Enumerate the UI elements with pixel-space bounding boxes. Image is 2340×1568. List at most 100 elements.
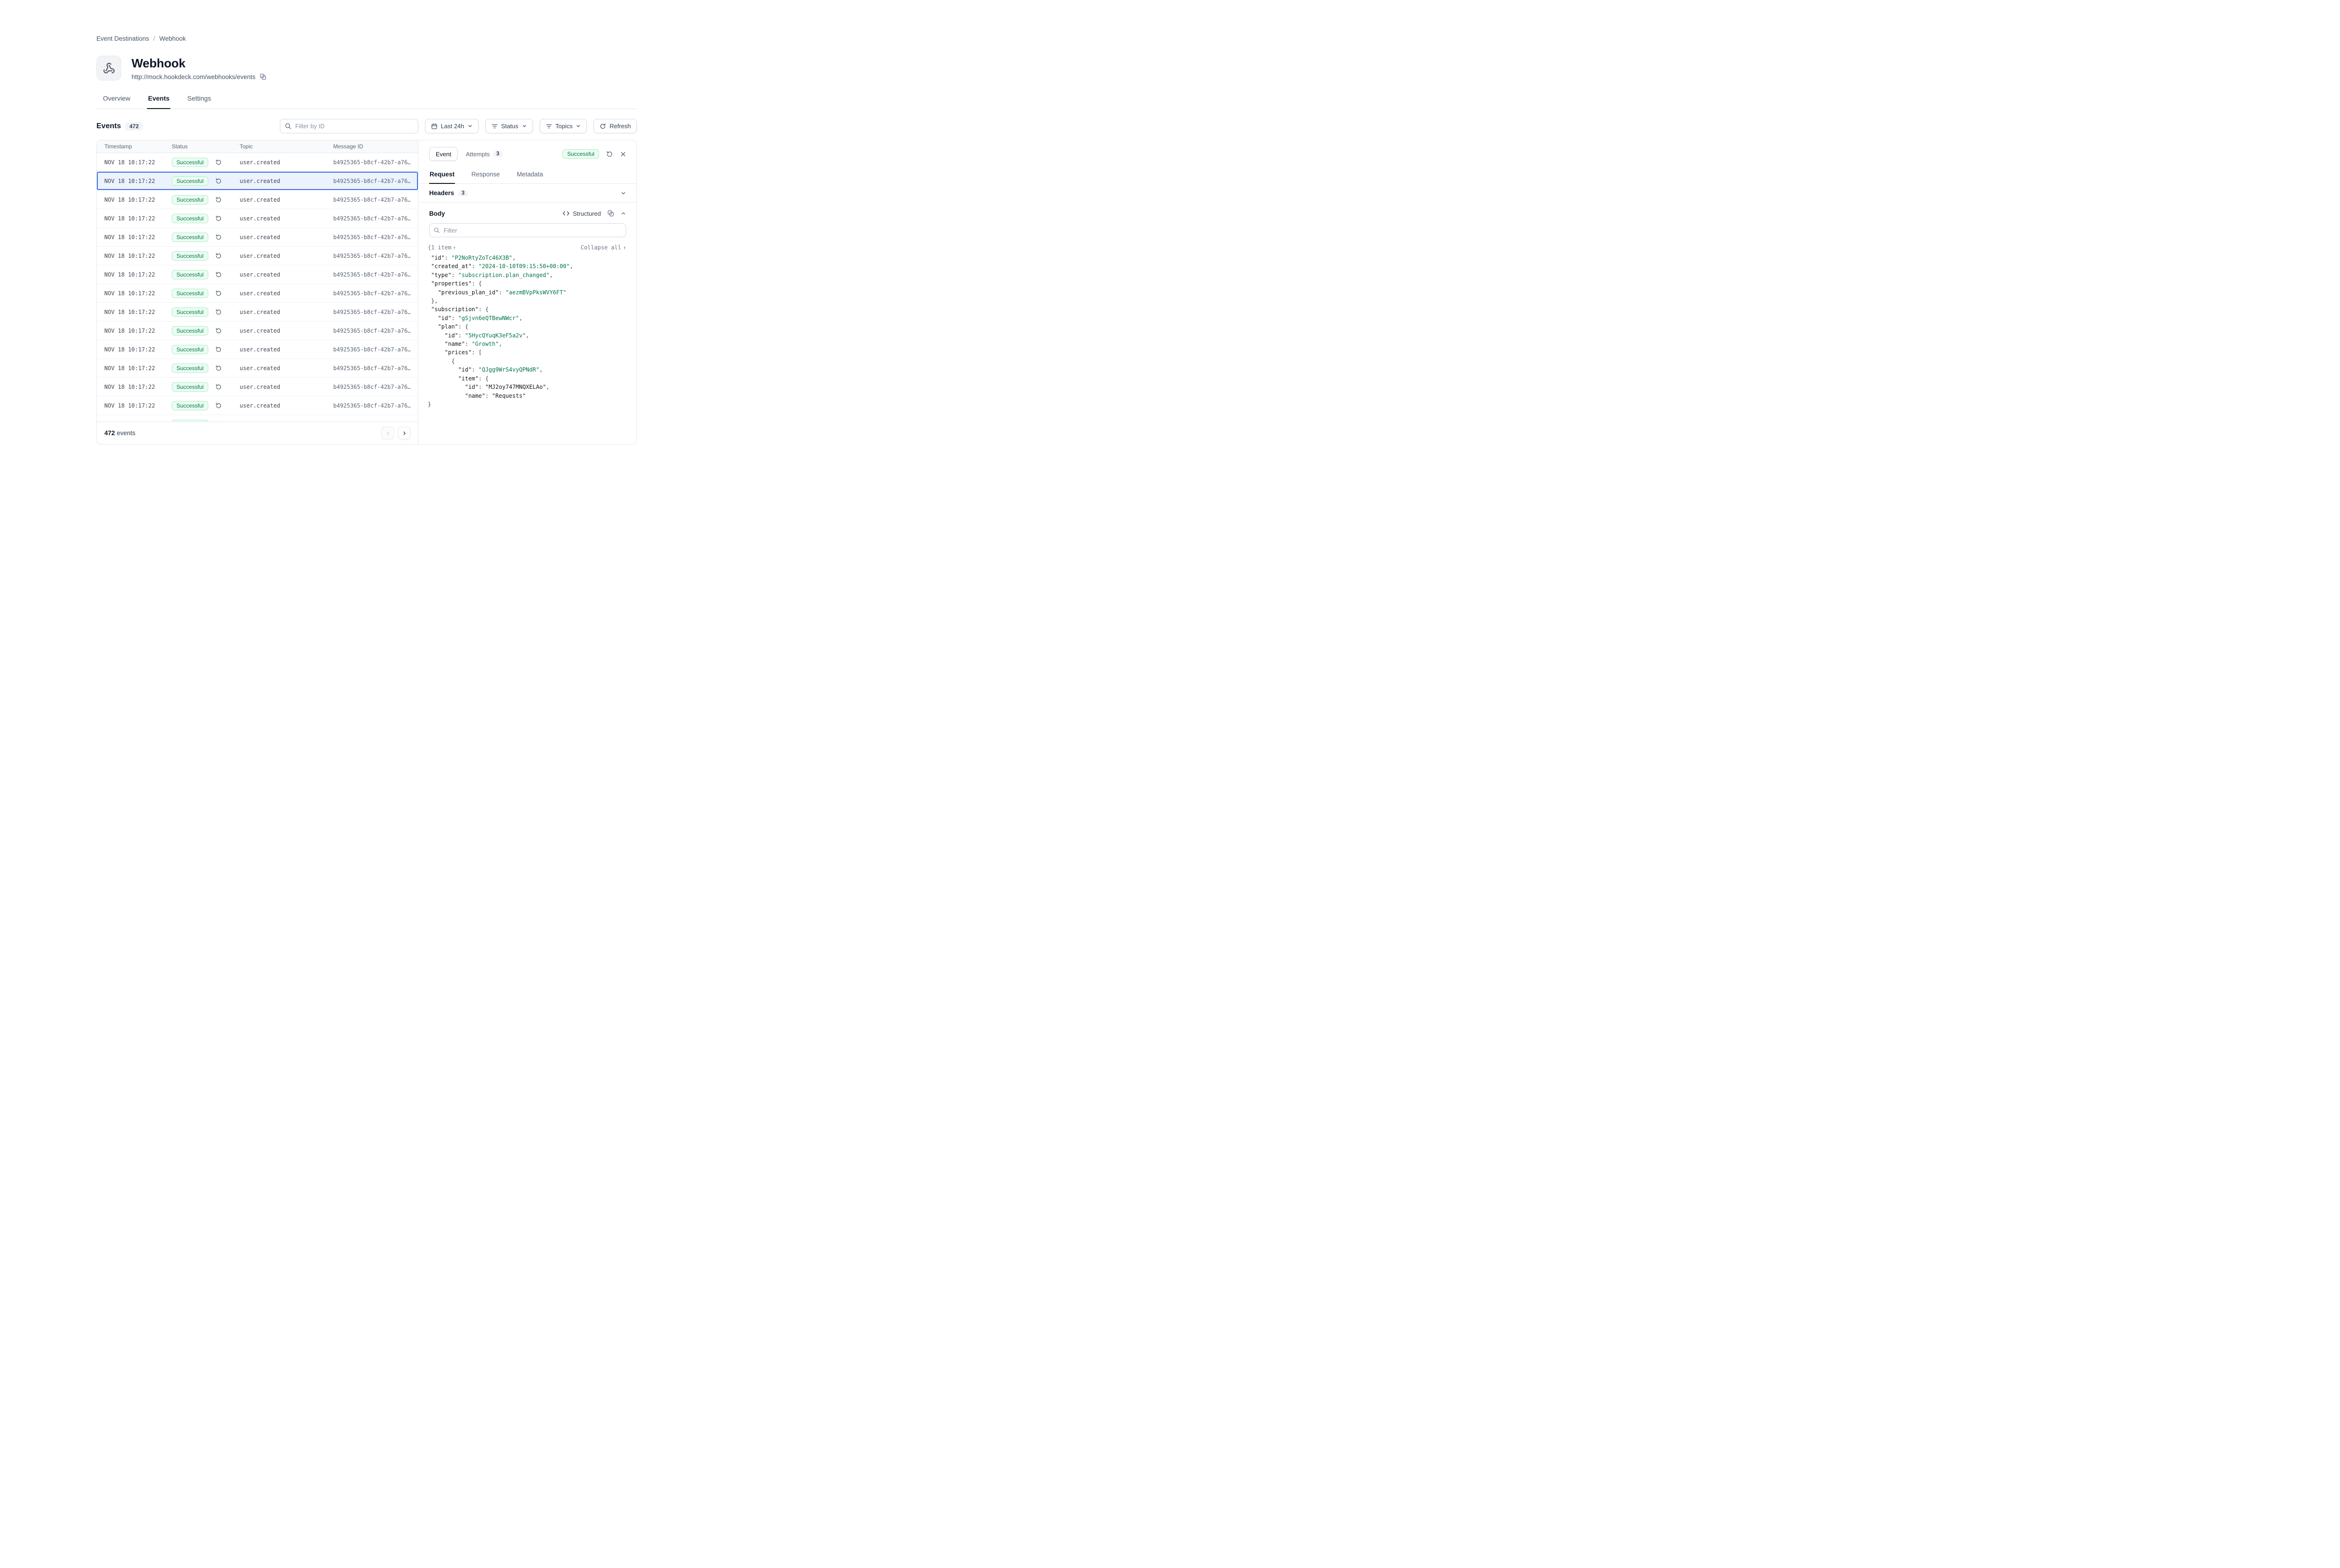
main-tabs: Overview Events Settings [96,92,637,109]
status-filter-button[interactable]: Status [485,119,533,133]
table-row[interactable]: NOV 18 10:17:22 Successful user.created … [97,284,418,303]
json-line: }, [428,297,626,305]
retry-icon[interactable] [215,271,222,278]
row-topic: user.created [240,253,333,259]
headers-section-toggle[interactable]: Headers 3 [418,184,636,203]
events-table-pane: Timestamp Status Topic Message ID NOV 18… [97,140,418,444]
subtab-metadata[interactable]: Metadata [516,168,543,183]
table-row[interactable]: NOV 18 10:17:22 Successful user.created … [97,303,418,321]
row-timestamp: NOV 18 10:17:22 [104,309,172,315]
table-row[interactable]: NOV 18 10:17:22 Successful user.created … [97,415,418,422]
events-container: Timestamp Status Topic Message ID NOV 18… [96,140,637,445]
arrow-up-icon: ↑ [623,245,626,251]
close-panel-button[interactable] [620,151,626,157]
search-icon [285,123,292,130]
footer-event-count: 472 [104,430,115,437]
row-message-id: b4925365-b8cf-42b7-a76… [333,309,410,315]
row-message-id: b4925365-b8cf-42b7-a76… [333,197,410,203]
table-row[interactable]: NOV 18 10:17:22 Successful user.created … [97,172,418,190]
collapse-body-button[interactable] [621,211,626,216]
tab-events[interactable]: Events [147,92,170,109]
row-topic: user.created [240,328,333,334]
table-row[interactable]: NOV 18 10:17:22 Successful user.created … [97,209,418,228]
table-row[interactable]: NOV 18 10:17:22 Successful user.created … [97,359,418,378]
retry-icon[interactable] [215,197,222,203]
filter-by-id-input[interactable] [280,119,418,133]
body-filter-input[interactable] [429,223,626,237]
breadcrumb-event-destinations[interactable]: Event Destinations [96,35,149,42]
retry-icon[interactable] [215,328,222,334]
retry-icon[interactable] [215,178,222,184]
refresh-icon [600,123,606,130]
webhook-url: http://mock.hookdeck.com/webhooks/events [132,73,256,80]
table-row[interactable]: NOV 18 10:17:22 Successful user.created … [97,265,418,284]
row-timestamp: NOV 18 10:17:22 [104,328,172,334]
prev-page-button[interactable] [381,427,394,439]
table-footer: 472events [97,422,418,444]
attempts-count-badge: 3 [493,151,503,157]
subtab-response[interactable]: Response [471,168,500,183]
events-toolbar: Events 472 Last 24h Status [96,119,637,133]
row-status-badge: Successful [172,270,208,279]
row-message-id: b4925365-b8cf-42b7-a76… [333,253,410,259]
time-range-button[interactable]: Last 24h [425,119,479,133]
copy-body-button[interactable] [607,210,614,217]
row-timestamp: NOV 18 10:17:22 [104,402,172,409]
retry-icon[interactable] [215,290,222,297]
table-row[interactable]: NOV 18 10:17:22 Successful user.created … [97,228,418,247]
webhook-icon [103,62,115,74]
row-message-id: b4925365-b8cf-42b7-a76… [333,271,410,278]
table-row[interactable]: NOV 18 10:17:22 Successful user.created … [97,247,418,265]
breadcrumb-webhook[interactable]: Webhook [159,35,186,42]
retry-icon[interactable] [215,384,222,390]
tab-settings[interactable]: Settings [186,92,212,109]
row-message-id: b4925365-b8cf-42b7-a76… [333,328,410,334]
table-row[interactable]: NOV 18 10:17:22 Successful user.created … [97,378,418,396]
retry-icon[interactable] [215,253,222,259]
headers-label: Headers [429,190,454,197]
next-page-button[interactable] [398,427,410,439]
copy-url-button[interactable] [260,73,266,80]
column-message-id: Message ID [333,143,410,150]
retry-icon[interactable] [215,234,222,241]
table-row[interactable]: NOV 18 10:17:22 Successful user.created … [97,396,418,415]
json-line: "id": "MJ2oy747MNQXELAo", [428,383,626,391]
search-icon [433,227,440,233]
table-row[interactable]: NOV 18 10:17:22 Successful user.created … [97,153,418,172]
row-status-badge: Successful [172,233,208,242]
retry-icon[interactable] [215,215,222,222]
json-line: "previous_plan_id": "aezmBVpPksWVY6FT" [428,288,626,297]
row-status-badge: Successful [172,158,208,167]
row-topic: user.created [240,309,333,315]
table-row[interactable]: NOV 18 10:17:22 Successful user.created … [97,190,418,209]
retry-event-button[interactable] [606,151,613,158]
json-items-toggle[interactable]: {1 item ↑ [428,244,456,251]
row-topic: user.created [240,290,333,297]
event-status-badge: Successful [563,149,599,159]
retry-icon[interactable] [215,402,222,409]
row-timestamp: NOV 18 10:17:22 [104,215,172,222]
json-line: "id": "QJgg9WrS4vyQPNdR", [428,365,626,374]
table-row[interactable]: NOV 18 10:17:22 Successful user.created … [97,321,418,340]
json-line: "subscription": { [428,305,626,314]
tab-overview[interactable]: Overview [102,92,131,109]
structured-view-toggle[interactable]: Structured [563,210,601,217]
retry-icon[interactable] [215,159,222,166]
row-topic: user.created [240,346,333,353]
subtab-request[interactable]: Request [429,168,455,184]
retry-icon[interactable] [215,365,222,372]
retry-icon[interactable] [215,346,222,353]
table-row[interactable]: NOV 18 10:17:22 Successful user.created … [97,340,418,359]
row-topic: user.created [240,365,333,372]
event-tab-button[interactable]: Event [429,147,458,161]
row-timestamp: NOV 18 10:17:22 [104,159,172,166]
code-icon [563,211,570,216]
topics-filter-button[interactable]: Topics [540,119,587,133]
attempts-tab-button[interactable]: Attempts 3 [466,151,503,158]
retry-icon[interactable] [215,309,222,315]
json-line: "id": "P2NoRtyZoTc46X3B", [428,254,626,262]
body-label: Body [429,210,445,217]
json-line: "item": { [428,374,626,383]
collapse-all-button[interactable]: Collapse all ↑ [581,244,626,251]
refresh-button[interactable]: Refresh [593,119,637,133]
